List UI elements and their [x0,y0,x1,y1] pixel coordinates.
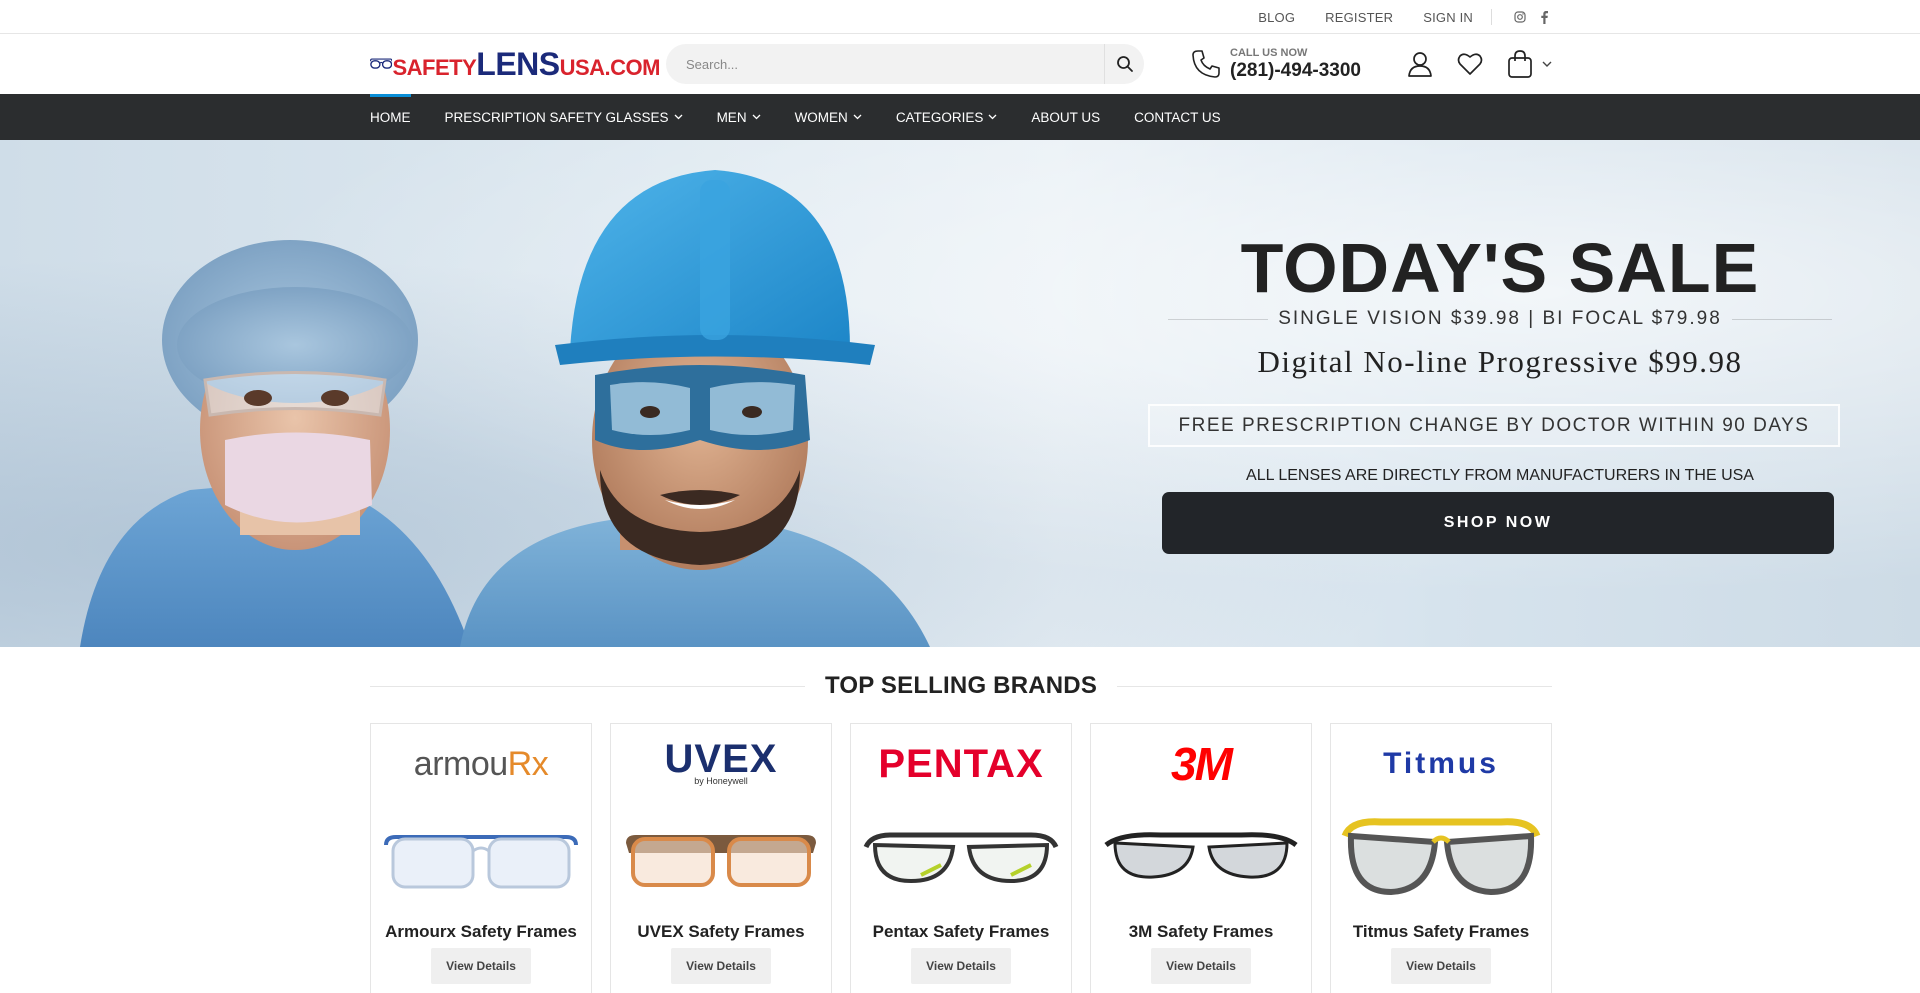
nav-item-label: CATEGORIES [895,109,984,125]
section-title: TOP SELLING BRANDS [370,671,1553,701]
view-details-button[interactable]: View Details [911,948,1011,984]
nav-item-contact-us[interactable]: CONTACT US [1134,94,1221,140]
nav-item-label: CONTACT US [1134,109,1221,125]
divider [1491,9,1492,25]
armourx-logo[interactable]: armouRx [371,738,591,790]
nav-item-label: PRESCRIPTION SAFETY GLASSES [444,109,669,125]
main-nav: HOME PRESCRIPTION SAFETY GLASSES MEN WOMEN C… [0,94,1920,140]
search-input[interactable] [686,56,1106,72]
pentax-frames-image[interactable] [859,809,1063,905]
hero-free-change-box: FREE PRESCRIPTION CHANGE BY DOCTOR WITHI… [1148,404,1840,447]
search-icon [1116,56,1133,72]
nav-item-women[interactable]: WOMEN [795,94,862,140]
search-bar [666,44,1144,84]
top-brands-section: TOP SELLING BRANDS armouRx Armourx Safet… [0,647,1920,993]
phone-number[interactable]: (281)-494-3300 [1230,60,1361,82]
card-title[interactable]: Armourx Safety Frames [371,922,591,942]
titmus-frames-image[interactable] [1339,809,1543,905]
hero-banner: TODAY'S SALE SINGLE VISION $39.98 | BI F… [0,140,1920,647]
hero-lenses-note: ALL LENSES ARE DIRECTLY FROM MANUFACTURE… [1246,467,1754,484]
uvex-frames-image[interactable] [619,809,823,905]
nav-item-men[interactable]: MEN [717,94,761,140]
3m-frames-image[interactable] [1099,809,1303,905]
chevron-down-icon [988,114,997,120]
pentax-logo[interactable]: PENTAX [851,738,1071,790]
brand-card-3m[interactable]: 3M 3M Safety Frames View Details [1090,723,1312,993]
instagram-icon[interactable] [1512,9,1528,25]
view-details-button[interactable]: View Details [1391,948,1491,984]
cart-bag-icon[interactable] [1506,50,1534,78]
hero-title: TODAY'S SALE [1240,229,1760,307]
brands-heading: TOP SELLING BRANDS [824,672,1098,699]
view-details-button[interactable]: View Details [671,948,771,984]
cart-dropdown-chevron-icon[interactable] [1542,61,1552,67]
search-button[interactable] [1104,44,1144,84]
sign-in-link[interactable]: SIGN IN [1423,10,1473,25]
brand-card-armourx[interactable]: armouRx Armourx Safety Frames View Detai… [370,723,592,993]
account-icon[interactable] [1406,50,1434,78]
view-details-button[interactable]: View Details [431,948,531,984]
chevron-down-icon [752,114,761,120]
phone-icon [1192,50,1220,78]
nav-item-about-us[interactable]: ABOUT US [1031,94,1100,140]
3m-logo[interactable]: 3M [1091,738,1311,790]
nav-item-home[interactable]: HOME [370,94,411,140]
brand-card-titmus[interactable]: Titmus Titmus Safety Frames View Details [1330,723,1552,993]
hero-progressive-price: Digital No-line Progressive $99.98 [1257,344,1743,379]
chevron-down-icon [674,114,683,120]
shop-now-button[interactable]: SHOP NOW [1162,492,1834,554]
hero-workers-image [80,170,930,647]
logo-safety-text: SAFETY [392,55,477,80]
card-title[interactable]: Pentax Safety Frames [851,922,1071,942]
brand-card-pentax[interactable]: PENTAX Pentax Safety Frames View Details [850,723,1072,993]
armourx-frames-image[interactable] [379,809,583,905]
card-title[interactable]: 3M Safety Frames [1091,922,1311,942]
uvex-logo[interactable]: UVEX by Honeywell [611,738,831,790]
nav-item-label: HOME [370,109,411,125]
nav-item-prescription-safety-glasses[interactable]: PRESCRIPTION SAFETY GLASSES [445,94,683,140]
brand-card-uvex[interactable]: UVEX by Honeywell UVEX Safety Frames Vie… [610,723,832,993]
call-label: CALL US NOW [1230,46,1308,59]
nav-item-label: MEN [716,109,747,125]
logo-lens-text: LENS [476,46,560,82]
logo-usa-text: USA.COM [559,55,661,80]
hero-subtitle-text: SINGLE VISION $39.98 | BI FOCAL $79.98 [1278,308,1722,329]
view-details-button[interactable]: View Details [1151,948,1251,984]
site-logo[interactable]: SAFETY LENS USA.COM [370,44,661,84]
hero-subtitle: SINGLE VISION $39.98 | BI FOCAL $79.98 [1150,308,1850,330]
wishlist-heart-icon[interactable] [1456,50,1484,78]
chevron-down-icon [853,114,862,120]
hero-content: TODAY'S SALE SINGLE VISION $39.98 | BI F… [1148,140,1850,647]
nav-item-categories[interactable]: CATEGORIES [896,94,998,140]
glasses-logo-icon [370,58,393,69]
card-title[interactable]: UVEX Safety Frames [611,922,831,942]
card-title[interactable]: Titmus Safety Frames [1331,922,1551,942]
titmus-logo[interactable]: Titmus [1331,738,1551,790]
nav-item-label: WOMEN [794,109,848,125]
call-us[interactable]: CALL US NOW (281)-494-3300 [1190,47,1361,82]
site-header: SAFETY LENS USA.COM CALL US NOW (281)-49… [0,34,1920,94]
top-bar: BLOG REGISTER SIGN IN [0,0,1920,34]
facebook-icon[interactable] [1536,9,1552,25]
register-link[interactable]: REGISTER [1325,10,1393,25]
nav-item-label: ABOUT US [1031,109,1101,125]
blog-link[interactable]: BLOG [1258,10,1295,25]
